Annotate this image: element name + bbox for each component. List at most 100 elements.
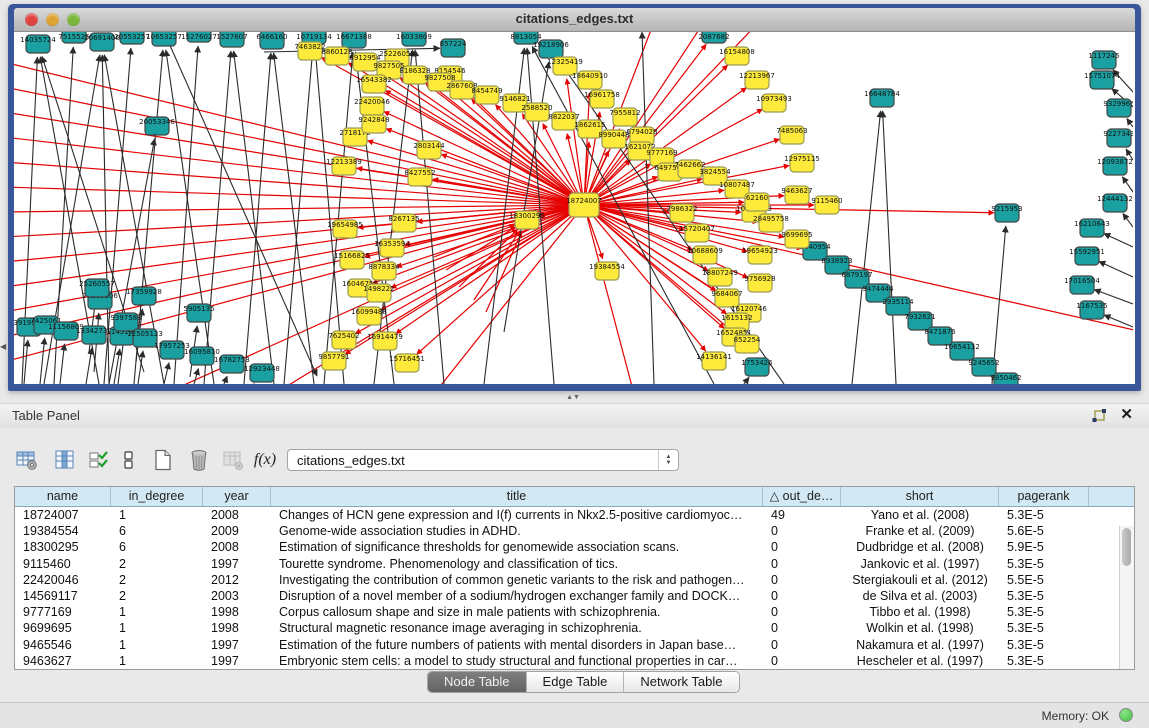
row-check-icon[interactable] — [84, 445, 114, 475]
table-row[interactable]: 2242004622012Investigating the contribut… — [15, 572, 1134, 588]
table-cell: 5.9E-5 — [999, 539, 1089, 555]
graph-node-label: 16914479 — [367, 333, 403, 341]
column-header-in_degree[interactable]: in_degree — [111, 487, 203, 506]
close-panel-icon[interactable]: ✕ — [1120, 406, 1133, 424]
graph-node-label: 16120746 — [731, 305, 767, 313]
graph-node-label: 16353594 — [374, 240, 410, 248]
column-header-out_de[interactable]: △ out_de… — [763, 487, 841, 506]
memory-ok-led-icon[interactable] — [1119, 708, 1133, 722]
table-source-value: citations_edges.txt — [297, 453, 405, 468]
graph-node-label: 12923448 — [244, 365, 280, 373]
column-header-name[interactable]: name — [15, 487, 111, 506]
graph-node-label: 8427552 — [404, 169, 435, 177]
table-row[interactable]: 946554611997Estimation of the future num… — [15, 637, 1134, 653]
graph-edge — [60, 344, 65, 384]
graph-node-label: 18807249 — [702, 269, 738, 277]
graph-edge — [24, 340, 28, 384]
graph-node-label: 8822037 — [548, 113, 579, 121]
column-header-year[interactable]: year — [203, 487, 271, 506]
graph-node-label: 16671388 — [336, 33, 372, 41]
network-canvas[interactable]: 1403572475155262069140620553257106532571… — [14, 32, 1133, 384]
tab-node-table[interactable]: Node Table — [428, 672, 527, 692]
graph-node-label: 9397588 — [110, 314, 141, 322]
delete-trash-icon[interactable] — [184, 445, 214, 475]
graph-node-label: 8938923 — [821, 257, 852, 265]
graph-node-label: 16033809 — [396, 33, 432, 41]
table-row[interactable]: 1456911722003Disruption of a novel membe… — [15, 588, 1134, 604]
graph-node-label: 17016504 — [1064, 277, 1100, 285]
table-cell: 18724007 — [15, 507, 111, 523]
graph-node-label: 9115460 — [811, 197, 842, 205]
graph-node-label: 14035724 — [20, 36, 56, 44]
graph-node-label: 2935114 — [882, 298, 914, 306]
table-row[interactable]: 946362711997Embryonic stem cells: a mode… — [15, 653, 1134, 669]
table-settings-icon[interactable] — [12, 445, 42, 475]
table-cell: 19384554 — [15, 523, 111, 539]
function-icon[interactable]: f(x) — [250, 445, 280, 475]
window-titlebar[interactable]: citations_edges.txt — [14, 8, 1135, 32]
column-header-pagerank[interactable]: pagerank — [999, 487, 1089, 506]
column-header-title[interactable]: title — [271, 487, 763, 506]
table-cell: Jankovic et al. (1997) — [841, 556, 999, 572]
graph-node-label: 8990448 — [598, 131, 629, 139]
graph-edge — [1099, 261, 1133, 277]
table-cell: Dudbridge et al. (2008) — [841, 539, 999, 555]
table-row[interactable]: 1872400712008Changes of HCN gene express… — [15, 507, 1134, 523]
new-document-icon[interactable] — [148, 445, 178, 475]
table-cell: 5.3E-5 — [999, 604, 1089, 620]
collapse-handle-icon[interactable]: ◀ — [0, 342, 6, 351]
table-cell: 0 — [763, 653, 841, 669]
table-column-icon[interactable] — [50, 445, 80, 475]
table-cell: Genome-wide association studies in ADHD. — [271, 523, 763, 539]
table-cell: 1997 — [203, 556, 271, 572]
graph-node-label: 19654985 — [327, 221, 363, 229]
graph-edge — [396, 205, 584, 334]
table-cell: 5.3E-5 — [999, 653, 1089, 669]
graph-node-label: 12093872 — [1097, 158, 1133, 166]
graph-node-label: 15716451 — [389, 355, 425, 363]
table-cell: 0 — [763, 637, 841, 653]
graph-node-label: 12213967 — [739, 72, 775, 80]
graph-node-label: 25260557 — [79, 280, 115, 288]
graph-edge — [1104, 233, 1133, 247]
graph-node-label: 15166825 — [334, 252, 370, 260]
graph-node-label: 2588520 — [521, 104, 552, 112]
graph-edge — [1123, 213, 1133, 227]
table-cell: 5.5E-5 — [999, 572, 1089, 588]
table-row[interactable]: 977716911998Corpus callosum shape and si… — [15, 604, 1134, 620]
graph-node-label: 18640910 — [572, 72, 608, 80]
tab-network-table[interactable]: Network Table — [624, 672, 738, 692]
graph-node-label: 8878334 — [368, 263, 400, 271]
split-pane-handle[interactable]: ▲▼ — [563, 394, 583, 402]
table-row[interactable]: 1938455462009Genome-wide association stu… — [15, 523, 1134, 539]
window-title: citations_edges.txt — [14, 11, 1135, 26]
table-source-select[interactable]: citations_edges.txt ▲▼ — [287, 449, 679, 471]
graph-edge — [244, 53, 271, 384]
graph-node-label: 16099488 — [351, 308, 387, 316]
graph-edge — [486, 232, 522, 312]
graph-node-label: 9146821 — [499, 95, 530, 103]
graph-node-label: 18300295 — [509, 212, 545, 220]
graph-node-label: 2803144 — [413, 142, 445, 150]
graph-node-label: 12213389 — [326, 158, 362, 166]
table-body: 1872400712008Changes of HCN gene express… — [15, 507, 1134, 669]
graph-node-label: 9227343 — [1103, 130, 1133, 138]
graph-edge — [1127, 118, 1133, 127]
cell-pair-icon[interactable] — [114, 445, 144, 475]
table-panel-header: Table Panel ✕ — [0, 403, 1149, 429]
table-cell: Embryonic stem cells: a model to study s… — [271, 653, 763, 669]
graph-node-label: 16961758 — [584, 91, 620, 99]
table-cell: 18300295 — [15, 539, 111, 555]
graph-node-label: 15751074 — [1084, 72, 1120, 80]
tab-edge-table[interactable]: Edge Table — [527, 672, 625, 692]
table-row[interactable]: 969969511998Structural magnetic resonanc… — [15, 620, 1134, 636]
graph-node-label: 10688609 — [687, 247, 723, 255]
scrollbar-thumb[interactable] — [1122, 528, 1131, 566]
float-panel-icon[interactable] — [1091, 408, 1107, 424]
table-vscrollbar[interactable] — [1119, 526, 1134, 669]
table-row[interactable]: 1830029562008Estimation of significance … — [15, 539, 1134, 555]
table-row[interactable]: 911546021997Tourette syndrome. Phenomeno… — [15, 556, 1134, 572]
column-header-short[interactable]: short — [841, 487, 999, 506]
table-cell: 1 — [111, 637, 203, 653]
graph-node-label: 14136141 — [696, 353, 732, 361]
